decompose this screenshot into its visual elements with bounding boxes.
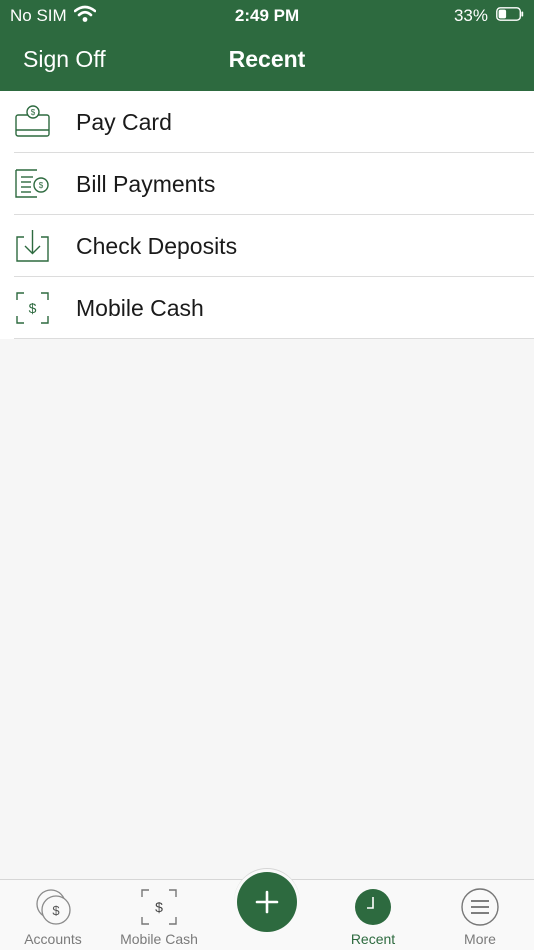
tab-recent[interactable]: Recent [320,880,426,950]
header: No SIM 2:49 PM 33% Sign Off Recent [0,0,534,91]
tab-more[interactable]: More [427,880,533,950]
add-button[interactable] [237,872,297,932]
tab-mobile-cash[interactable]: $ Mobile Cash [106,880,212,950]
battery-percent: 33% [453,6,488,25]
tab-label: Recent [350,931,396,947]
svg-text:$: $ [31,108,36,117]
divider [14,338,534,339]
menu-icon [461,888,499,926]
add-button-wrap [234,868,300,935]
list-item-pay-card[interactable]: $ Pay Card [0,91,534,153]
nav-bar: Sign Off Recent [0,30,534,91]
list-item-label: Pay Card [76,109,172,135]
list-item-label: Mobile Cash [76,295,204,321]
bill-payments-icon: $ [15,169,49,198]
tab-accounts[interactable]: $ Accounts [0,880,106,950]
svg-text:$: $ [155,899,163,915]
list-item-check-deposits[interactable]: Check Deposits [0,215,534,277]
svg-text:$: $ [52,903,60,918]
check-deposits-icon [16,230,49,262]
tab-bar: $ Accounts $ Mobile Cash Recent More [0,868,534,950]
recent-list: $ Pay Card $ Bill Payments Check Deposit… [0,91,534,339]
mobile-cash-icon: $ [16,292,49,324]
pay-card-icon: $ [15,105,50,137]
list-item-label: Bill Payments [76,171,216,197]
accounts-icon: $ [36,889,71,925]
tab-label: Mobile Cash [120,931,198,947]
list-item-label: Check Deposits [76,233,238,259]
tab-label: More [464,931,496,947]
tab-label: Accounts [24,931,82,947]
svg-text:$: $ [39,181,44,190]
battery-icon [496,7,524,21]
clock-icon [355,889,391,925]
page-title: Recent [228,46,306,72]
plus-icon [255,890,279,914]
mobile-cash-icon: $ [141,889,177,925]
list-item-mobile-cash[interactable]: $ Mobile Cash [0,277,534,339]
status-bar: No SIM 2:49 PM 33% [0,0,534,30]
svg-text:$: $ [29,300,37,316]
list-item-bill-payments[interactable]: $ Bill Payments [0,153,534,215]
